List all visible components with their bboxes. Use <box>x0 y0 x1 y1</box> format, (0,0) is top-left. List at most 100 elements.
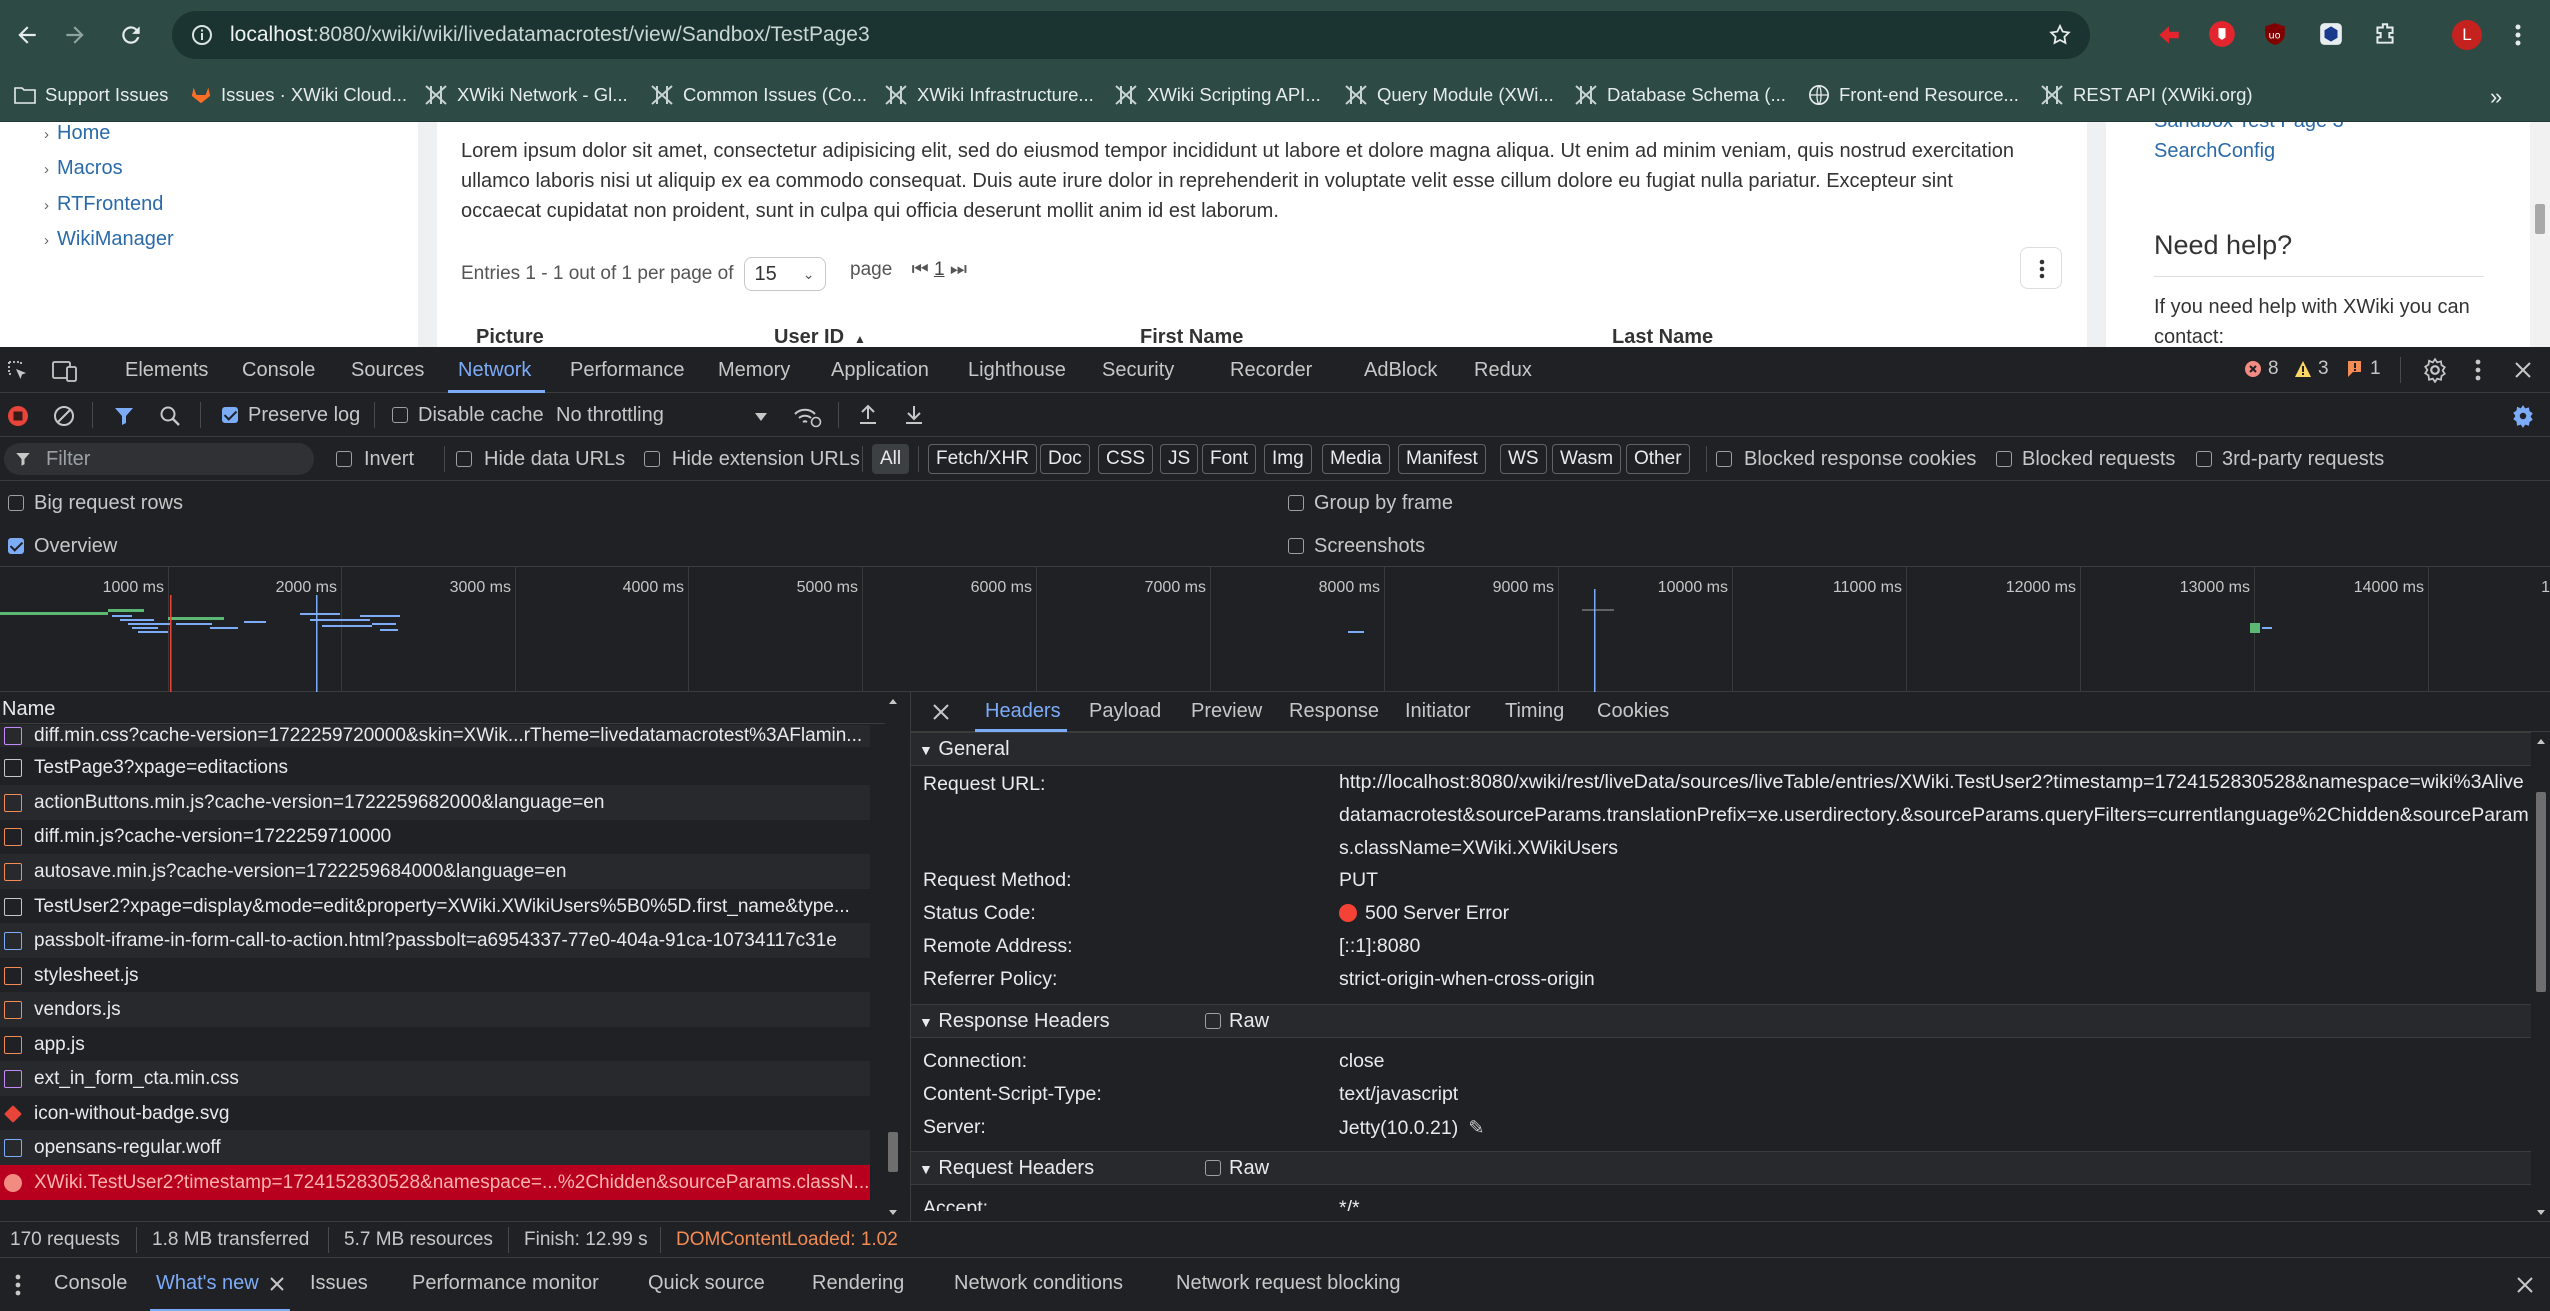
tab-network[interactable]: Network <box>458 359 531 382</box>
request-row[interactable]: ext_in_form_cta.min.css <box>0 1061 870 1096</box>
bookmark-rest-api[interactable]: REST API (XWiki.org) <box>2040 84 2253 106</box>
type-filter-font[interactable]: Font <box>1202 444 1257 474</box>
tab-performance[interactable]: Performance <box>570 359 685 382</box>
hide-data-urls-checkbox[interactable] <box>456 451 472 467</box>
tab-adblock[interactable]: AdBlock <box>1364 359 1437 382</box>
more-bookmarks-icon[interactable]: » <box>2490 84 2502 110</box>
network-conditions-icon[interactable] <box>792 404 822 428</box>
bookmark-common-issues[interactable]: Common Issues (Co... <box>650 84 867 106</box>
back-icon[interactable] <box>14 22 40 48</box>
tab-preview[interactable]: Preview <box>1191 700 1262 723</box>
link-searchconfig[interactable]: SearchConfig <box>2154 140 2275 163</box>
request-row[interactable]: diff.min.css?cache-version=1722259720000… <box>0 725 870 747</box>
request-headers-section-header[interactable]: ▼ Request Headers <box>911 1151 2531 1185</box>
hide-extension-urls-checkbox[interactable] <box>644 451 660 467</box>
tab-console[interactable]: Console <box>242 359 315 382</box>
bookmark-issues-xwiki-cloud[interactable]: Issues · XWiki Cloud... <box>190 84 407 106</box>
close-devtools-icon[interactable] <box>2512 359 2534 381</box>
overview-checkbox[interactable] <box>8 538 24 554</box>
request-raw-checkbox[interactable] <box>1205 1160 1221 1176</box>
request-row[interactable]: TestUser2?xpage=display&mode=edit&proper… <box>0 889 870 924</box>
tab-headers[interactable]: Headers <box>985 700 1061 723</box>
page-number-link[interactable]: 1 <box>934 259 945 280</box>
blocked-response-cookies-checkbox[interactable] <box>1716 451 1732 467</box>
type-filter-ws[interactable]: WS <box>1500 444 1547 474</box>
throttling-select[interactable]: No throttling <box>556 404 664 427</box>
last-page-icon[interactable]: ⏭ <box>950 259 967 280</box>
drawer-menu-icon[interactable] <box>14 1273 22 1297</box>
request-row[interactable]: icon-without-badge.svg <box>0 1096 870 1131</box>
record-stop-icon[interactable] <box>6 404 30 428</box>
settings-gear-icon[interactable] <box>2422 357 2448 383</box>
type-filter-img[interactable]: Img <box>1264 444 1312 474</box>
bookmark-database-schema[interactable]: Database Schema (... <box>1574 84 1786 106</box>
column-user-id[interactable]: User ID ▲ <box>774 326 866 347</box>
type-filter-other[interactable]: Other <box>1626 444 1690 474</box>
bookmark-front-end-resource[interactable]: Front-end Resource... <box>1808 84 2019 106</box>
issues-counter[interactable]: 1 <box>2346 358 2381 380</box>
response-headers-section-header[interactable]: ▼ Response Headers <box>911 1004 2531 1038</box>
type-filter-css[interactable]: CSS <box>1098 444 1154 474</box>
bookmark-xwiki-infrastructure[interactable]: XWiki Infrastructure... <box>884 84 1094 106</box>
close-details-icon[interactable] <box>931 702 951 722</box>
edit-pencil-icon[interactable]: ✎ <box>1468 1117 1484 1139</box>
profile-avatar[interactable]: L <box>2452 20 2482 50</box>
browser-menu-icon[interactable] <box>2514 22 2522 48</box>
export-har-icon[interactable] <box>902 403 926 427</box>
tab-security[interactable]: Security <box>1102 359 1174 382</box>
tab-redux[interactable]: Redux <box>1474 359 1532 382</box>
type-filter-fetch-xhr[interactable]: Fetch/XHR <box>928 444 1037 474</box>
drawer-tab-console[interactable]: Console <box>54 1272 127 1295</box>
request-list-scrollbar[interactable] <box>886 692 900 1221</box>
address-bar[interactable]: localhost:8080/xwiki/wiki/livedatamacrot… <box>172 11 2090 59</box>
filter-input[interactable]: Filter <box>4 443 314 475</box>
filter-funnel-icon[interactable] <box>112 404 136 428</box>
tab-application[interactable]: Application <box>831 359 929 382</box>
ublock-icon[interactable]: uo <box>2262 21 2288 47</box>
site-info-icon[interactable] <box>190 23 214 47</box>
bookmark-xwiki-network[interactable]: XWiki Network - Gl... <box>424 84 628 106</box>
nav-item-wikimanager[interactable]: › WikiManager <box>44 228 174 251</box>
first-page-icon[interactable]: ⏮ <box>912 259 929 280</box>
preserve-log-checkbox[interactable] <box>222 407 238 423</box>
search-icon[interactable] <box>158 404 182 428</box>
reload-icon[interactable] <box>118 22 144 48</box>
request-row[interactable]: passbolt-iframe-in-form-call-to-action.h… <box>0 923 870 958</box>
forward-icon[interactable] <box>62 22 88 48</box>
drawer-tab-rendering[interactable]: Rendering <box>812 1272 904 1295</box>
request-row[interactable]: opensans-regular.woff <box>0 1130 870 1165</box>
nav-item-macros[interactable]: › Macros <box>44 157 123 180</box>
big-request-rows-checkbox[interactable] <box>8 495 24 511</box>
extensions-puzzle-icon[interactable] <box>2372 21 2398 47</box>
tab-response[interactable]: Response <box>1289 700 1379 723</box>
column-first-name[interactable]: First Name <box>1140 326 1243 347</box>
tab-timing[interactable]: Timing <box>1505 700 1564 723</box>
tab-payload[interactable]: Payload <box>1089 700 1161 723</box>
type-filter-doc[interactable]: Doc <box>1040 444 1090 474</box>
type-filter-manifest[interactable]: Manifest <box>1398 444 1486 474</box>
request-row[interactable]: actionButtons.min.js?cache-version=17222… <box>0 785 870 820</box>
url-text[interactable]: localhost:8080/xwiki/wiki/livedatamacrot… <box>230 23 870 47</box>
tab-cookies[interactable]: Cookies <box>1597 700 1669 723</box>
tab-recorder[interactable]: Recorder <box>1230 359 1312 382</box>
devtools-menu-icon[interactable] <box>2474 358 2482 382</box>
close-tab-icon[interactable] <box>268 1275 286 1293</box>
blocked-requests-checkbox[interactable] <box>1996 451 2012 467</box>
extension-hex-icon[interactable] <box>2318 21 2344 47</box>
drawer-tab-network-conditions[interactable]: Network conditions <box>954 1272 1123 1295</box>
third-party-requests-checkbox[interactable] <box>2196 451 2212 467</box>
bookmark-support-issues[interactable]: Support Issues <box>14 84 168 106</box>
column-last-name[interactable]: Last Name <box>1612 326 1713 347</box>
request-row-selected-error[interactable]: XWiki.TestUser2?timestamp=1724152830528&… <box>0 1165 870 1200</box>
import-har-icon[interactable] <box>856 403 880 427</box>
request-row[interactable]: diff.min.js?cache-version=1722259710000 <box>0 819 870 854</box>
screenshots-checkbox[interactable] <box>1288 538 1304 554</box>
tab-lighthouse[interactable]: Lighthouse <box>968 359 1066 382</box>
tab-initiator[interactable]: Initiator <box>1405 700 1471 723</box>
drawer-tab-network-request-blocking[interactable]: Network request blocking <box>1176 1272 1401 1295</box>
type-filter-wasm[interactable]: Wasm <box>1552 444 1622 474</box>
invert-checkbox[interactable] <box>336 451 352 467</box>
extension-shield-icon[interactable] <box>2208 20 2236 48</box>
page-scrollbar[interactable] <box>2530 122 2550 347</box>
name-column-header[interactable]: Name <box>0 692 885 724</box>
